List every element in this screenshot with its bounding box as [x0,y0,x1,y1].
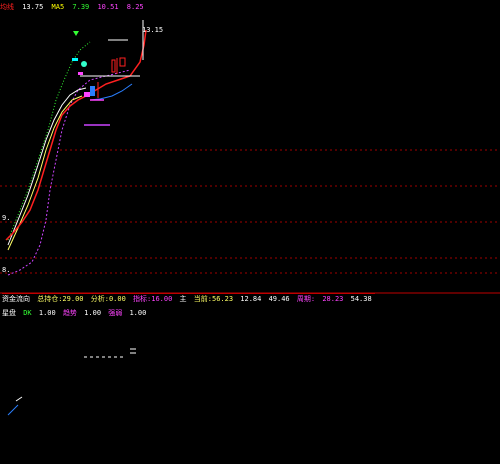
top-strip-item: 13.75 [22,3,44,11]
indicator2-item: 1.00 [129,309,147,317]
top-strip-item: 7.39 [72,3,90,11]
indicator1-item: 12.84 [240,295,262,303]
indicator2-item: 星盘 [2,309,16,317]
indicator1-item: 指标:16.00 [133,295,173,303]
candle [119,57,126,67]
top-strip-item: 8.25 [126,3,144,11]
indicator1-item: 54.38 [350,295,372,303]
indicator1-item: 总持仓:29.00 [37,295,84,303]
candle [111,59,116,73]
indicator1-item: 主 [179,295,187,303]
top-info-strip: 均线 13.75 MA5 7.39 10.51 8.25 [0,0,500,14]
cyan-marker [72,58,78,61]
indicator2-item: 强弱 [108,309,123,317]
indicator-line [15,396,23,402]
indicator1-item: 28.23 [322,295,344,303]
indicator1-item: 周期: [296,295,316,303]
top-strip-item: MA5 [51,3,65,11]
indicator-canvas [7,348,136,416]
indicator-pane[interactable] [0,305,500,464]
top-strip-item: 均线 [0,3,14,11]
magenta-marker [78,72,83,75]
indicator2-item: 1.00 [38,309,56,317]
left-axis-label: 9. [2,214,11,222]
top-strip-item: 10.51 [97,3,119,11]
indicator2-item: 趋势 [62,309,77,317]
price-tag: 13.15 [142,26,164,34]
indicator2-item: 1.00 [84,309,102,317]
indicator-line [7,404,19,416]
candle [84,92,90,97]
indicator1-item: 分析:0.00 [90,295,126,303]
down-arrow-icon [73,31,79,36]
indicator2-header: 星盘 DK 1.00 趋势 1.00 强弱 1.00 [2,308,149,318]
circle-marker-icon [81,61,87,67]
candle [90,86,95,96]
ma-blue-line [89,83,133,101]
indicator1-item: 当前:56.23 [193,295,234,303]
indicator1-item: 49.46 [268,295,290,303]
ma-magenta-line [7,69,131,276]
left-axis-label: 8. [2,266,11,274]
ma-yellow-line [7,95,83,251]
price-chart-pane[interactable]: 13.15 9. 8. [0,0,500,296]
price-chart-canvas [0,20,500,294]
indicator2-item: DK [23,309,32,317]
ma-white-line [7,87,87,246]
indicator1-item: 资金流向 [2,295,30,303]
